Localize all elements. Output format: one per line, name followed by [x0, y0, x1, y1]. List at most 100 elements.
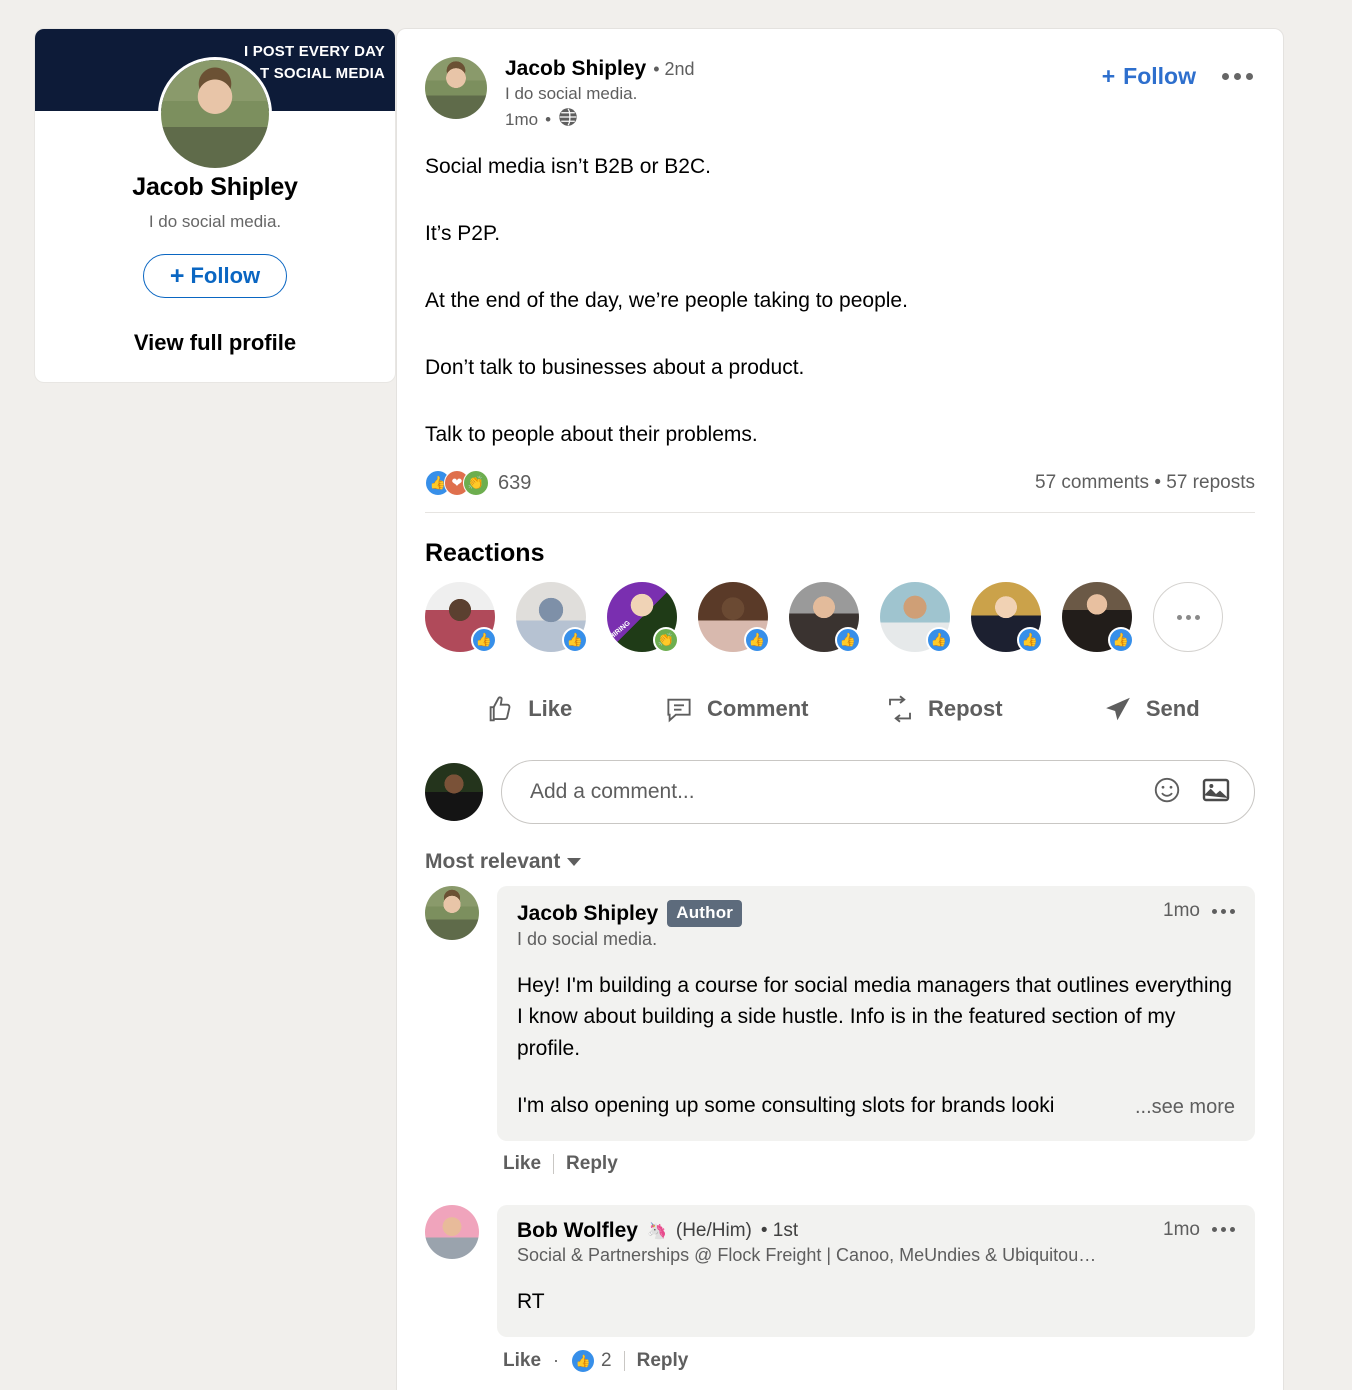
- globe-icon: [558, 107, 578, 132]
- comment-button[interactable]: Comment: [633, 686, 841, 732]
- post-paragraph-1: Social media isn’t B2B or B2C.: [425, 155, 711, 178]
- reactor-avatar-4[interactable]: 👍: [698, 582, 770, 654]
- comment-like-button[interactable]: Like: [503, 1350, 541, 1372]
- reaction-like-badge-icon: 👍: [1108, 627, 1134, 654]
- reactor-avatar-5[interactable]: 👍: [789, 582, 861, 654]
- repost-button[interactable]: Repost: [840, 686, 1048, 732]
- comment-input-wrapper[interactable]: [501, 760, 1255, 825]
- comment-header: Bob Wolfley 🦄 (He/Him) • 1st Social & Pa…: [517, 1219, 1235, 1266]
- like-button[interactable]: Like: [425, 686, 633, 732]
- comment-action-separator: ·: [553, 1350, 560, 1371]
- comment-more-options-icon[interactable]: [1212, 1227, 1235, 1233]
- send-button-label: Send: [1145, 696, 1200, 722]
- comment-actions: Like · 👍 2 Reply: [497, 1337, 1255, 1390]
- comment-paragraph-1: RT: [517, 1289, 545, 1313]
- post-header: Jacob Shipley • 2nd I do social media. 1…: [425, 29, 1255, 132]
- comment-identity: Bob Wolfley 🦄 (He/Him) • 1st Social & Pa…: [517, 1219, 1096, 1266]
- emoji-smiley-icon[interactable]: [1152, 775, 1182, 810]
- comment-author-name[interactable]: Jacob Shipley: [517, 902, 658, 926]
- post-author-name-row: Jacob Shipley • 2nd: [505, 57, 1102, 81]
- post-card: Jacob Shipley • 2nd I do social media. 1…: [396, 28, 1284, 1390]
- comment-like-count-pill[interactable]: 👍 2: [571, 1348, 612, 1373]
- comment-compose-row: [425, 742, 1255, 832]
- post-paragraph-5: Talk to people about their problems.: [425, 422, 758, 446]
- view-full-profile-link[interactable]: View full profile: [51, 330, 379, 356]
- repost-button-label: Repost: [927, 696, 1003, 722]
- comment-reply-button[interactable]: Reply: [637, 1350, 689, 1372]
- comment-author-headline: Social & Partnerships @ Flock Freight | …: [517, 1244, 1097, 1265]
- reaction-like-badge-icon: 👍: [744, 627, 770, 654]
- reactor-avatar-7[interactable]: 👍: [971, 582, 1043, 654]
- post-follow-label: Follow: [1123, 63, 1196, 89]
- profile-card: I POST EVERY DAY T SOCIAL MEDIA Jacob Sh…: [34, 28, 396, 383]
- reaction-celebrate-icon: 👏: [463, 470, 489, 497]
- reaction-like-badge-icon: 👍: [471, 627, 497, 654]
- comments-reposts-count[interactable]: 57 comments • 57 reposts: [1035, 472, 1255, 494]
- comment-text: RT: [517, 1286, 1235, 1317]
- comment-text: Hey! I'm building a course for social me…: [517, 970, 1235, 1120]
- reaction-like-badge-icon: 👍: [1017, 627, 1043, 654]
- comment-meta: 1mo: [1163, 1219, 1235, 1241]
- comment-sort-dropdown[interactable]: Most relevant: [425, 850, 582, 874]
- reaction-like-badge-icon: 👍: [562, 627, 588, 654]
- sidebar-follow-button[interactable]: + Follow: [142, 254, 288, 298]
- comment-reply-button[interactable]: Reply: [566, 1153, 618, 1175]
- post-more-options-icon[interactable]: [1220, 67, 1255, 86]
- reaction-count: 639: [498, 471, 532, 494]
- profile-avatar[interactable]: [158, 57, 272, 171]
- reactions-avatar-strip: 👍 👍 #HIRING 👏 👍 👍 👍 👍 👍: [425, 582, 1255, 668]
- reactor-avatar-2[interactable]: 👍: [516, 582, 588, 654]
- divider: [553, 1153, 555, 1174]
- reaction-celebrate-badge-icon: 👏: [653, 627, 679, 654]
- image-attach-icon[interactable]: [1200, 774, 1232, 811]
- reaction-summary[interactable]: 👍 ❤ 👏 639: [425, 470, 532, 497]
- profile-name: Jacob Shipley: [132, 173, 298, 201]
- post-follow-button[interactable]: + Follow: [1102, 63, 1196, 90]
- comment-main: Bob Wolfley 🦄 (He/Him) • 1st Social & Pa…: [497, 1204, 1255, 1390]
- comment-header: Jacob Shipley Author I do social media. …: [517, 900, 1235, 950]
- like-button-label: Like: [528, 696, 573, 722]
- reactor-avatar-1[interactable]: 👍: [425, 582, 497, 654]
- unicorn-emoji-icon: 🦄: [646, 1222, 667, 1240]
- post-header-actions: + Follow: [1102, 57, 1255, 90]
- reaction-like-icon: 👍: [571, 1348, 596, 1373]
- post-timestamp: 1mo: [505, 109, 539, 129]
- post-author-name[interactable]: Jacob Shipley: [505, 57, 646, 81]
- avatar-jacob-shipley-image: [161, 60, 269, 168]
- author-badge: Author: [667, 900, 743, 928]
- comment-main: Jacob Shipley Author I do social media. …: [497, 886, 1255, 1196]
- comment-timestamp: 1mo: [1163, 900, 1200, 922]
- reactor-avatar-8[interactable]: 👍: [1062, 582, 1134, 654]
- avatar-current-user[interactable]: [425, 763, 483, 822]
- hiring-overlay-label: #HIRING: [605, 620, 632, 644]
- comment-author-name[interactable]: Bob Wolfley: [517, 1219, 638, 1243]
- comment-input[interactable]: [528, 779, 1134, 806]
- comment-bubble: Jacob Shipley Author I do social media. …: [497, 886, 1255, 1141]
- comment-like-count: 2: [601, 1349, 612, 1371]
- post-social-counts: 👍 ❤ 👏 639 57 comments • 57 reposts: [425, 470, 1255, 512]
- reactor-avatar-6[interactable]: 👍: [880, 582, 952, 654]
- send-button[interactable]: Send: [1048, 686, 1256, 732]
- comment-meta: 1mo: [1163, 900, 1235, 922]
- see-more-link[interactable]: ...see more: [1128, 1095, 1235, 1119]
- show-more-reactions-button[interactable]: [1153, 582, 1223, 653]
- reactor-avatar-3[interactable]: #HIRING 👏: [605, 582, 679, 654]
- profile-banner-text: I POST EVERY DAY T SOCIAL MEDIA: [243, 43, 385, 82]
- comment-author-avatar[interactable]: [425, 886, 479, 941]
- send-paper-plane-icon: [1103, 694, 1133, 724]
- comment-name-row: Bob Wolfley 🦄 (He/Him) • 1st: [517, 1219, 1096, 1243]
- comment-like-button[interactable]: Like: [503, 1153, 541, 1175]
- post-paragraph-3: At the end of the day, we’re people taki…: [425, 288, 908, 312]
- avatar-jacob-shipley-image: [425, 57, 487, 119]
- post-author-degree: • 2nd: [653, 59, 695, 79]
- comment-more-options-icon[interactable]: [1212, 908, 1235, 914]
- post-author-meta: Jacob Shipley • 2nd I do social media. 1…: [505, 57, 1102, 132]
- plus-icon: +: [169, 261, 185, 290]
- post-author-avatar[interactable]: [425, 57, 487, 119]
- comment-sort-label: Most relevant: [425, 850, 561, 874]
- post-action-bar: Like Comment Repost Send: [425, 668, 1255, 742]
- post-time-separator: •: [545, 109, 552, 129]
- comment-author-avatar[interactable]: [425, 1204, 479, 1259]
- profile-sidebar: I POST EVERY DAY T SOCIAL MEDIA Jacob Sh…: [0, 0, 396, 1390]
- comment-bubble: Bob Wolfley 🦄 (He/Him) • 1st Social & Pa…: [497, 1204, 1255, 1337]
